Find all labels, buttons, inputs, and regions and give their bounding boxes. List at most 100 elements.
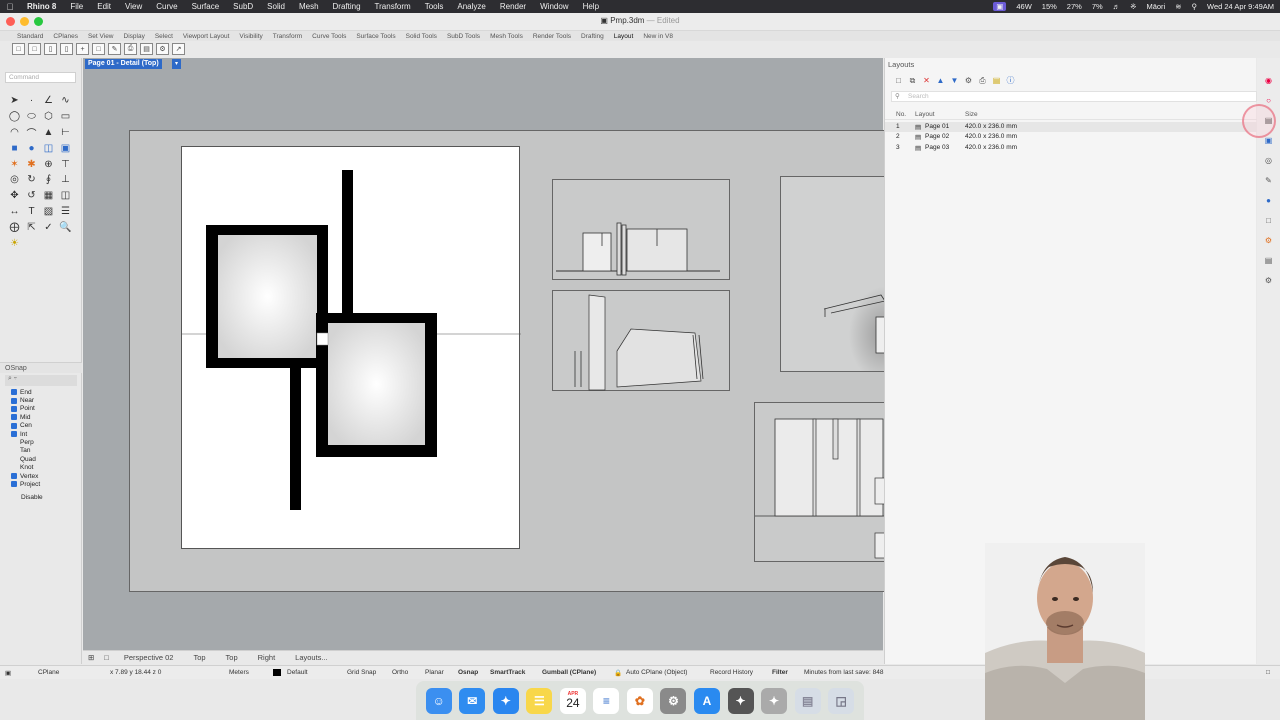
ellipse-icon[interactable]: ⬭: [23, 109, 40, 125]
text-icon[interactable]: T: [23, 204, 40, 220]
fillet-icon[interactable]: ⌒: [23, 125, 40, 141]
array-icon[interactable]: ▦: [40, 188, 57, 204]
detail-perspective[interactable]: [780, 176, 890, 372]
panel-toggle-icon[interactable]: ▣: [5, 669, 11, 677]
add-detail-icon[interactable]: +: [76, 43, 89, 55]
gear-icon[interactable]: ⚙: [1264, 236, 1273, 245]
tab-select[interactable]: Select: [150, 33, 178, 40]
menu-analyze[interactable]: Analyze: [450, 2, 492, 11]
new-layout-icon[interactable]: □: [893, 76, 904, 86]
select-arrow-icon[interactable]: ➤: [6, 93, 23, 109]
viewport-tab-icon[interactable]: □: [99, 653, 114, 662]
mesh-icon[interactable]: ✱: [23, 156, 40, 172]
mirror-icon[interactable]: ◫: [57, 188, 74, 204]
osnap-perp[interactable]: Perp: [0, 438, 82, 446]
menu-help[interactable]: Help: [576, 2, 606, 11]
analyze-icon[interactable]: 🔍: [57, 219, 74, 235]
menu-transform[interactable]: Transform: [368, 2, 418, 11]
col-no[interactable]: No.: [896, 111, 906, 118]
detail-elevation-2[interactable]: [552, 290, 730, 391]
split-icon[interactable]: ⊥: [57, 172, 74, 188]
copy-layout-icon[interactable]: □: [28, 43, 41, 55]
appstore-icon[interactable]: A: [694, 687, 721, 714]
brush-icon[interactable]: ✎: [1264, 176, 1273, 185]
menu-file[interactable]: File: [63, 2, 90, 11]
tab-transform[interactable]: Transform: [268, 33, 307, 40]
osnap-end[interactable]: End: [0, 388, 82, 396]
osnap-quad[interactable]: Quad: [0, 455, 82, 463]
apple-icon[interactable]: : [0, 2, 20, 12]
tab-display[interactable]: Display: [119, 33, 150, 40]
table-row[interactable]: 3 ▤ Page 03 420.0 x 236.0 mm: [885, 143, 1257, 153]
tab-standard[interactable]: Standard: [12, 33, 48, 40]
menu-mesh[interactable]: Mesh: [292, 2, 326, 11]
new-layout-icon[interactable]: □: [12, 43, 25, 55]
units-label[interactable]: Meters: [229, 669, 249, 676]
tab-curve-tools[interactable]: Curve Tools: [307, 33, 351, 40]
delete-layout-icon[interactable]: ✕: [921, 76, 932, 86]
move-up-icon[interactable]: ▲: [935, 76, 946, 86]
layout-viewport[interactable]: Page 01 - Detail (Top) ▾: [83, 58, 890, 650]
menu-app-name[interactable]: Rhino 8: [20, 2, 63, 11]
notes-icon[interactable]: □: [1264, 216, 1273, 225]
smarttrack-toggle[interactable]: SmartTrack: [490, 669, 525, 676]
tab-top-1[interactable]: Top: [183, 653, 215, 662]
tab-mesh-tools[interactable]: Mesh Tools: [485, 33, 528, 40]
filter-toggle[interactable]: Filter: [772, 669, 788, 676]
cpu-status[interactable]: 15%: [1042, 2, 1057, 11]
osnap-project[interactable]: Project: [0, 480, 82, 488]
trash-icon[interactable]: ◲: [828, 687, 855, 714]
osnap-tan[interactable]: Tan: [0, 447, 82, 455]
cplane-label[interactable]: CPlane: [38, 669, 59, 676]
offset-icon[interactable]: ⊢: [57, 125, 74, 141]
properties-icon[interactable]: ⚙: [963, 76, 974, 86]
safari-icon[interactable]: ✦: [492, 687, 519, 714]
tab-render-tools[interactable]: Render Tools: [528, 33, 576, 40]
bluetooth-icon[interactable]: ※: [1130, 2, 1136, 11]
calendar-icon[interactable]: APR 24: [559, 687, 586, 714]
tab-top-2[interactable]: Top: [216, 653, 248, 662]
screen-record-icon[interactable]: ▣: [993, 2, 1007, 11]
tab-visibility[interactable]: Visibility: [234, 33, 267, 40]
display-icon[interactable]: ▣: [1264, 136, 1273, 145]
edit-detail-icon[interactable]: ✎: [108, 43, 121, 55]
system-settings-icon[interactable]: ⚙: [660, 687, 687, 714]
tab-viewport-layout[interactable]: Viewport Layout: [178, 33, 235, 40]
clock[interactable]: Wed 24 Apr 9:49AM: [1207, 2, 1274, 11]
search-icon[interactable]: ⚲: [1192, 2, 1198, 11]
tab-layouts[interactable]: Layouts...: [285, 653, 338, 662]
menu-subd[interactable]: SubD: [226, 2, 260, 11]
expand-icon[interactable]: □: [1266, 669, 1270, 676]
gumball-toggle[interactable]: Gumball (CPlane): [542, 669, 596, 676]
table-row[interactable]: 2 ▤ Page 02 420.0 x 236.0 mm: [885, 132, 1257, 142]
export-icon[interactable]: ↗: [172, 43, 185, 55]
circle-icon[interactable]: ◯: [6, 109, 23, 125]
layouts-search-input[interactable]: ⚲ Search: [891, 91, 1257, 102]
menu-drafting[interactable]: Drafting: [326, 2, 368, 11]
tab-subd-tools[interactable]: SubD Tools: [442, 33, 485, 40]
tab-new-in-v8[interactable]: New in V8: [638, 33, 678, 40]
menu-surface[interactable]: Surface: [185, 2, 227, 11]
osnap-mid[interactable]: Mid: [0, 413, 82, 421]
cylinder-icon[interactable]: ◫: [40, 140, 57, 156]
volume-icon[interactable]: ♬: [1113, 2, 1121, 11]
sphere-icon[interactable]: ●: [23, 140, 40, 156]
layer-label[interactable]: Default: [287, 669, 308, 676]
menu-render[interactable]: Render: [493, 2, 533, 11]
render-icon[interactable]: ☀: [6, 235, 23, 251]
folder-icon[interactable]: ▤: [140, 43, 153, 55]
viewport-menu-icon[interactable]: ▾: [172, 59, 181, 69]
polyline-icon[interactable]: ∠: [40, 93, 57, 109]
cap-icon[interactable]: ⊤: [57, 156, 74, 172]
osnap-toggle[interactable]: Osnap: [458, 669, 478, 676]
osnap-point[interactable]: Point: [0, 405, 82, 413]
rectangle-icon[interactable]: ▭: [57, 109, 74, 125]
revolve-icon[interactable]: ↻: [23, 172, 40, 188]
notes-icon[interactable]: ☰: [526, 687, 553, 714]
menu-window[interactable]: Window: [533, 2, 575, 11]
table-row[interactable]: 1 ▤ Page 01 420.0 x 236.0 mm: [885, 122, 1257, 132]
finder-icon[interactable]: ☺: [425, 687, 452, 714]
menu-solid[interactable]: Solid: [260, 2, 292, 11]
transform-icon[interactable]: ⨁: [6, 219, 23, 235]
menu-view[interactable]: View: [118, 2, 149, 11]
